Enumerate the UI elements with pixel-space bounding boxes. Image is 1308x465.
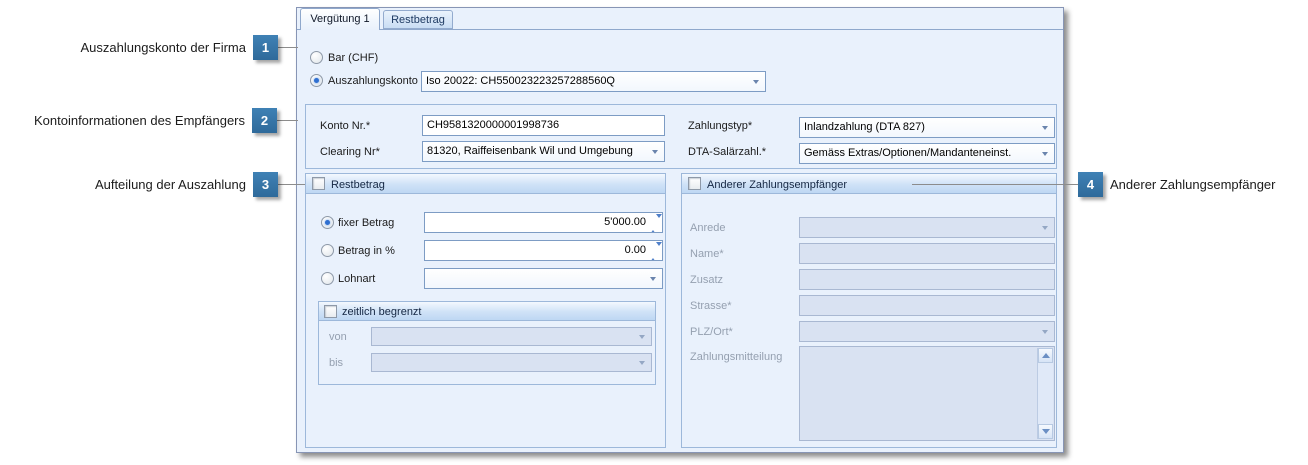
bar-chf-radio[interactable] [310,51,323,64]
tab-restbetrag[interactable]: Restbetrag [383,10,453,29]
spinner-buttons[interactable] [650,243,659,261]
anderer-zahlungsempfaenger-title: Anderer Zahlungsempfänger [707,178,847,192]
payment-panel: Vergütung 1 Restbetrag Bar (CHF) Auszahl… [296,7,1064,453]
chevron-down-icon [1042,126,1048,130]
spin-down-icon[interactable] [656,214,662,230]
auszahlungskonto-radio[interactable] [310,74,323,87]
anderer-zahlungsempfaenger-group: Anderer Zahlungsempfänger Anrede Name* Z… [681,173,1057,448]
konto-nr-value: CH9581320000001998736 [427,119,559,131]
betrag-prozent-value: 0.00 [429,241,646,260]
restbetrag-group: Restbetrag fixer Betrag 5'000.00 Betrag … [305,173,666,448]
scroll-down-button[interactable] [1038,424,1053,439]
tab-verguetung-1[interactable]: Vergütung 1 [300,8,380,30]
annotation-connector-1 [278,47,298,48]
lohnart-label: Lohnart [338,272,375,286]
chevron-down-icon [650,277,656,281]
zeitlich-begrenzt-title: zeitlich begrenzt [342,305,422,319]
annotation-connector-3 [278,184,305,185]
strasse-input [799,295,1055,316]
dta-salaerzahl-label: DTA-Salärzahl.* [688,145,766,159]
lohnart-radio[interactable] [321,272,334,285]
clearing-nr-label: Clearing Nr* [320,145,380,159]
annotation-badge-1: 1 [253,35,278,60]
auszahlungskonto-label: Auszahlungskonto [328,74,418,88]
dta-salaerzahl-select[interactable]: Gemäss Extras/Optionen/Mandanteneinst. [799,143,1055,164]
annotation-label-3: Aufteilung der Auszahlung [0,172,246,197]
bis-label: bis [329,356,343,370]
zahlungstyp-select[interactable]: Inlandzahlung (DTA 827) [799,117,1055,138]
konto-nr-label: Konto Nr.* [320,119,370,133]
fixer-betrag-label: fixer Betrag [338,216,394,230]
annotation-connector-4 [912,184,1078,185]
bis-select [371,353,652,372]
name-input [799,243,1055,264]
plz-ort-label: PLZ/Ort* [690,325,733,339]
konto-nr-input[interactable]: CH9581320000001998736 [422,115,665,136]
von-label: von [329,330,347,344]
strasse-label: Strasse* [690,299,732,313]
zahlungsmitteilung-textarea [799,346,1055,441]
scroll-down-icon [1042,429,1050,434]
scrollbar[interactable] [1037,348,1053,439]
chevron-down-icon [652,150,658,154]
annotation-badge-2: 2 [252,108,277,133]
chevron-down-icon [753,80,759,84]
auszahlungskonto-value: Iso 20022: CH550023223257288560Q [426,75,615,87]
restbetrag-checkbox[interactable] [312,177,325,190]
recipient-account-group: Konto Nr.* CH9581320000001998736 Clearin… [305,104,1057,169]
scroll-up-icon [1042,353,1050,358]
zahlungstyp-label: Zahlungstyp* [688,119,752,133]
chevron-down-icon [1042,152,1048,156]
betrag-prozent-spinner[interactable]: 0.00 [424,240,663,261]
fixer-betrag-radio[interactable] [321,216,334,229]
annotation-label-2: Kontoinformationen des Empfängers [0,108,245,133]
annotation-label-4: Anderer Zahlungsempfänger [1110,172,1306,197]
zusatz-input [799,269,1055,290]
chevron-down-icon [1042,330,1048,334]
annotation-connector-2 [277,120,298,121]
betrag-prozent-label: Betrag in % [338,244,395,258]
fixer-betrag-spinner[interactable]: 5'000.00 [424,212,663,233]
dta-salaerzahl-value: Gemäss Extras/Optionen/Mandanteneinst. [804,147,1011,159]
von-select [371,327,652,346]
chevron-down-icon [639,335,645,339]
fixer-betrag-value: 5'000.00 [429,213,646,232]
lohnart-select[interactable] [424,268,663,289]
betrag-prozent-radio[interactable] [321,244,334,257]
anderer-zahlungsempfaenger-checkbox[interactable] [688,177,701,190]
annotation-badge-3: 3 [253,172,278,197]
zahlungstyp-value: Inlandzahlung (DTA 827) [804,121,925,133]
zahlungsmitteilung-label: Zahlungsmitteilung [690,350,782,364]
clearing-nr-value: 81320, Raiffeisenbank Wil und Umgebung [427,145,633,157]
auszahlungskonto-select[interactable]: Iso 20022: CH550023223257288560Q [421,71,766,92]
tab-strip [297,29,1063,30]
scroll-up-button[interactable] [1038,348,1053,363]
clearing-nr-select[interactable]: 81320, Raiffeisenbank Wil und Umgebung [422,141,665,162]
chevron-down-icon [639,361,645,365]
annotation-label-1: Auszahlungskonto der Firma [0,35,246,60]
bar-chf-label: Bar (CHF) [328,51,378,65]
zeitlich-begrenzt-group: zeitlich begrenzt von bis [318,301,656,385]
plz-ort-select [799,321,1055,342]
annotation-badge-4: 4 [1078,172,1103,197]
anrede-select [799,217,1055,238]
zusatz-label: Zusatz [690,273,723,287]
anrede-label: Anrede [690,221,725,235]
name-label: Name* [690,247,724,261]
chevron-down-icon [1042,226,1048,230]
zeitlich-begrenzt-checkbox[interactable] [324,305,337,318]
restbetrag-title: Restbetrag [331,178,385,192]
spinner-buttons[interactable] [650,215,659,233]
spin-down-icon[interactable] [656,242,662,258]
